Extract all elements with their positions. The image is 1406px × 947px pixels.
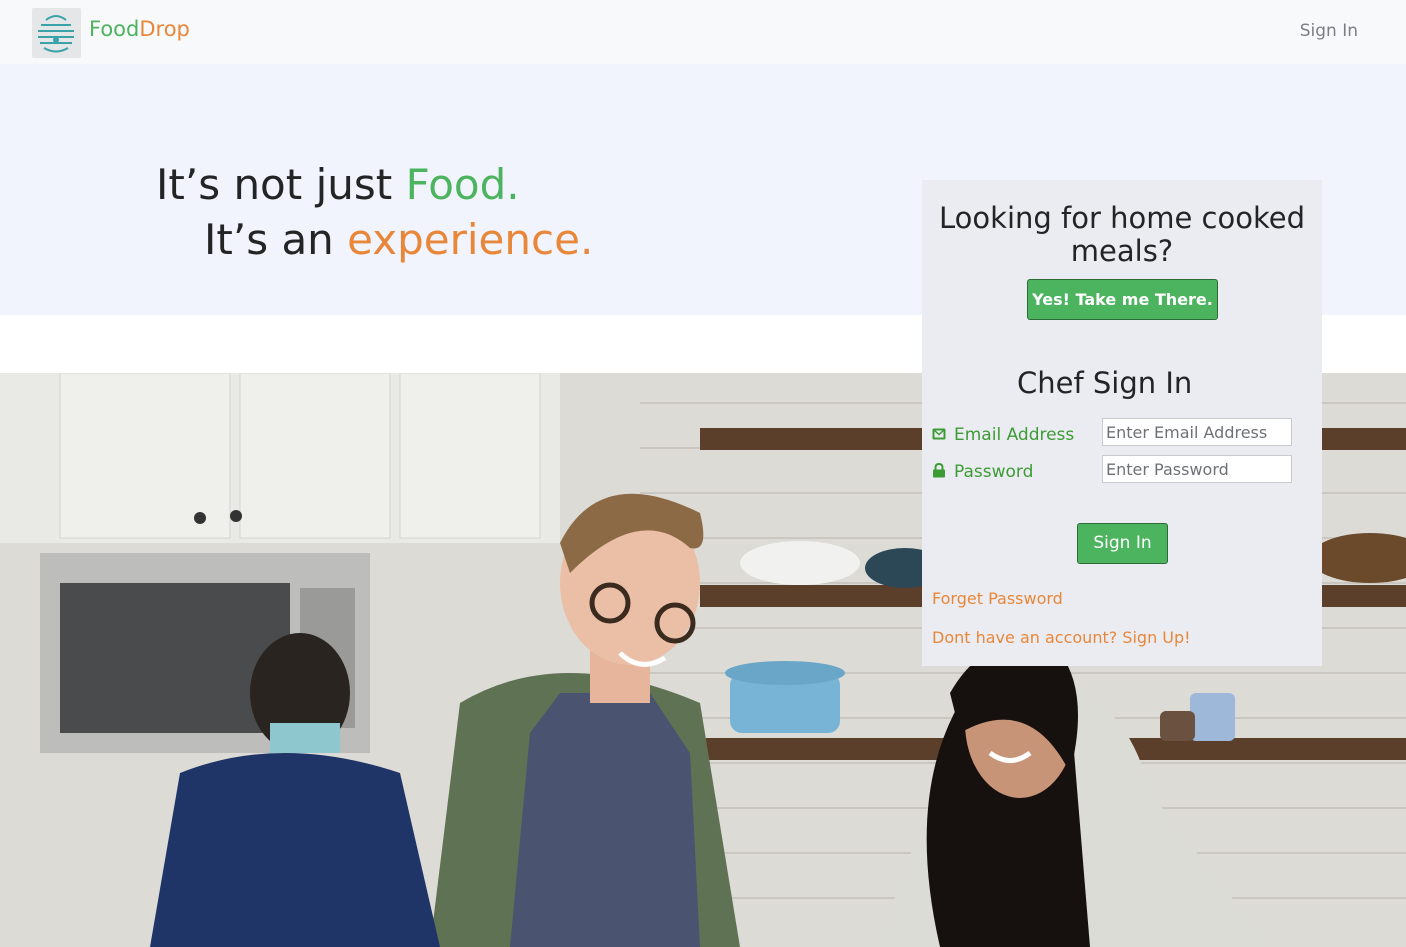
sign-up-link[interactable]: Dont have an account? Sign Up! xyxy=(932,628,1191,647)
beehive-logo-icon[interactable] xyxy=(32,8,81,58)
lock-icon xyxy=(932,462,946,483)
brand-food: Food xyxy=(89,17,140,41)
envelope-icon xyxy=(932,426,946,446)
customer-question: Looking for home cooked meals? xyxy=(939,201,1305,268)
tagline-line-2: It’s an experience. xyxy=(204,215,593,264)
tagline-2-highlight: experience. xyxy=(347,215,594,264)
tagline-line-1: It’s not just Food. xyxy=(156,160,520,209)
brand-name[interactable]: FoodDrop xyxy=(89,17,190,41)
forget-password-link[interactable]: Forget Password xyxy=(932,589,1063,608)
email-label-text: Email Address xyxy=(954,425,1075,445)
password-label: Password xyxy=(932,462,1033,483)
email-label: Email Address xyxy=(932,425,1074,446)
tagline-1-prefix: It’s not just xyxy=(156,160,406,209)
tagline-1-highlight: Food. xyxy=(405,160,520,209)
password-label-text: Password xyxy=(954,462,1034,482)
take-me-there-button[interactable]: Yes! Take me There. xyxy=(1027,279,1218,320)
email-field[interactable] xyxy=(1102,418,1292,446)
password-field[interactable] xyxy=(1102,455,1292,483)
chef-sign-in-title: Chef Sign In xyxy=(1017,366,1193,400)
tagline-2-prefix: It’s an xyxy=(204,215,348,264)
chef-sign-in-button[interactable]: Sign In xyxy=(1077,523,1168,564)
nav-sign-in-link[interactable]: Sign In xyxy=(1300,21,1358,41)
brand-drop: Drop xyxy=(139,17,190,41)
navbar: FoodDrop Sign In xyxy=(0,0,1406,64)
login-card: Looking for home cooked meals? Yes! Take… xyxy=(922,180,1322,666)
